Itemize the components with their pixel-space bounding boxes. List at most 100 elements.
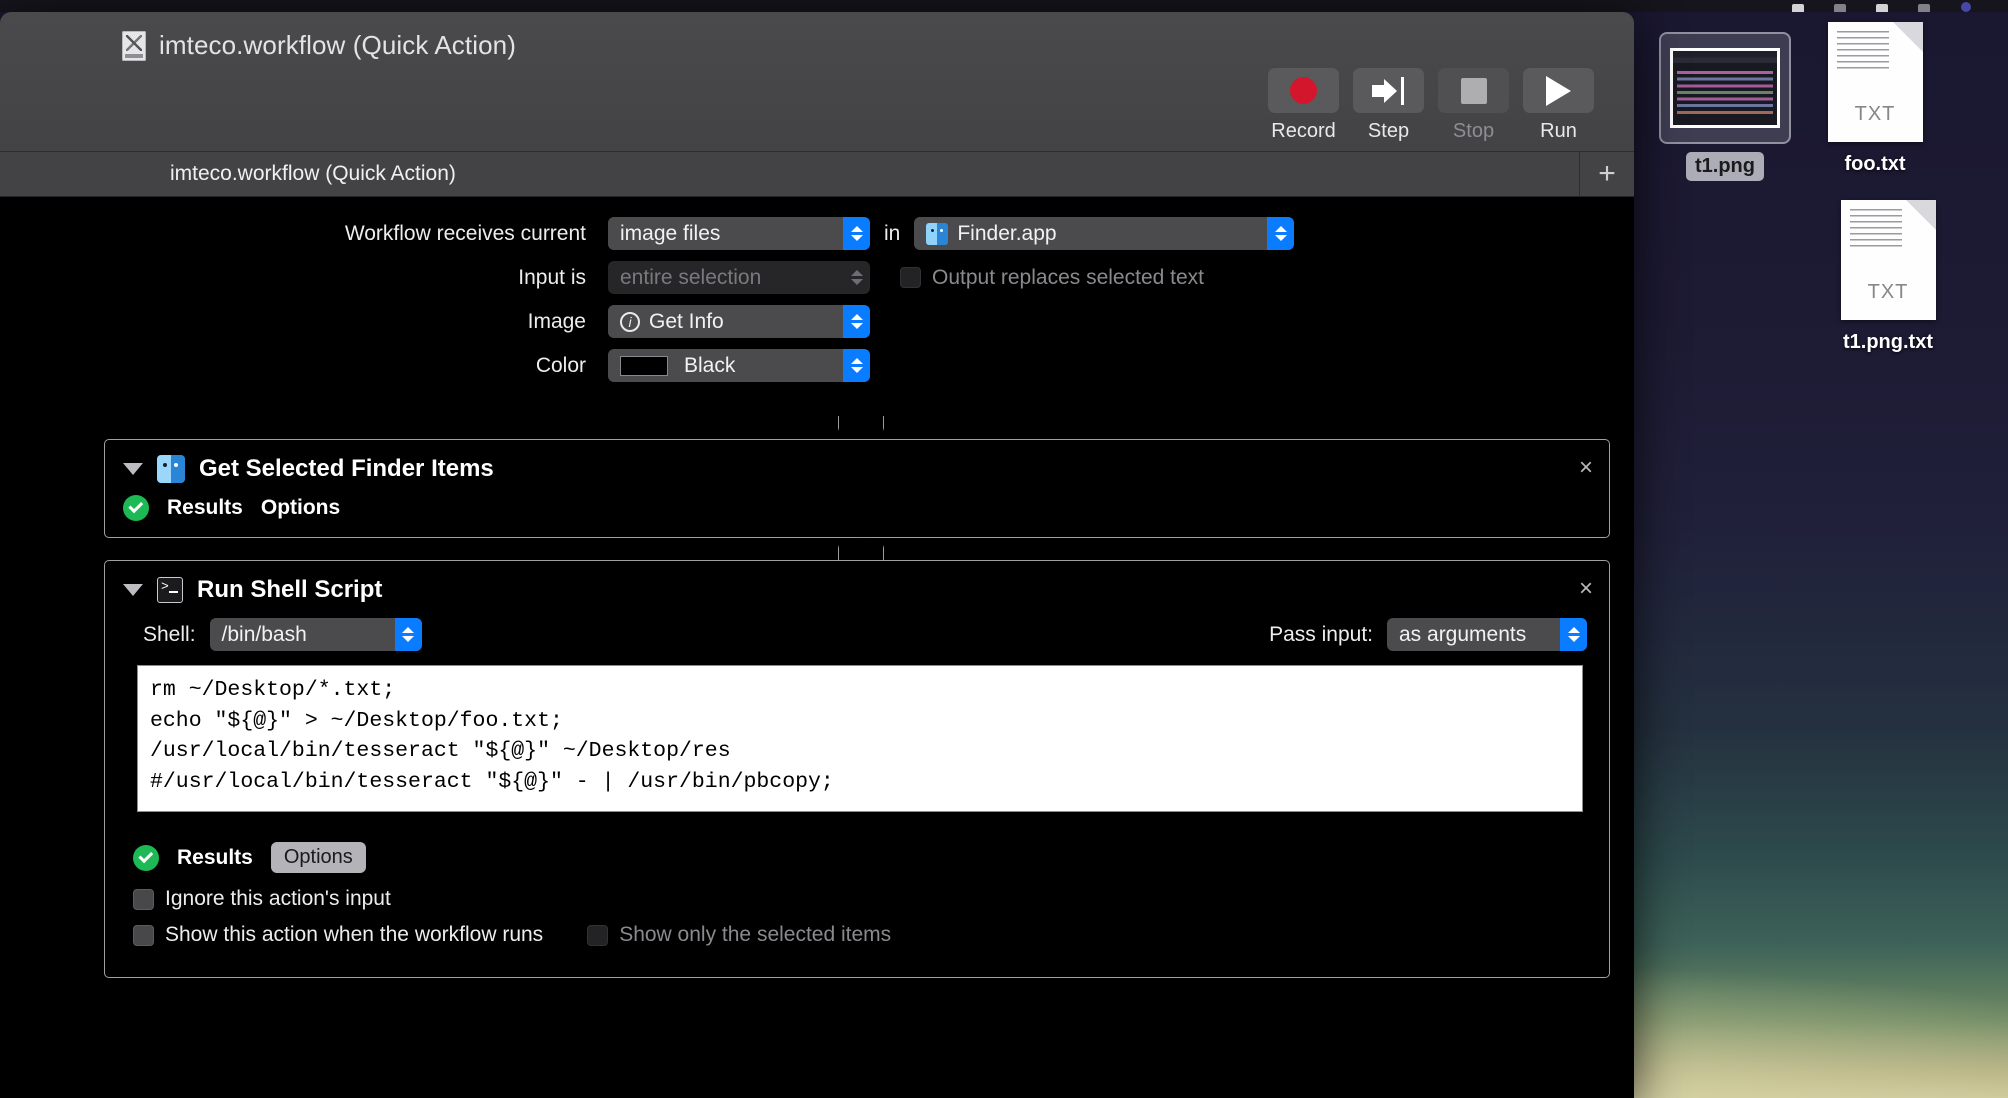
menubar-icon-4[interactable]: [1916, 0, 1932, 12]
color-dropdown[interactable]: Black: [608, 349, 870, 382]
toolbar[interactable]: Record Step Stop Run: [1268, 68, 1594, 143]
shell-dropdown[interactable]: /bin/bash: [209, 618, 422, 651]
window-title-bar[interactable]: imteco.workflow (Quick Action) Record St…: [0, 12, 1634, 152]
desktop-icon-label: foo.txt: [1844, 153, 1906, 175]
action-title: Get Selected Finder Items: [199, 455, 494, 482]
stop-button[interactable]: Stop: [1438, 68, 1509, 143]
action-run-shell-script[interactable]: × Run Shell Script Shell: /bin/bash Pass…: [104, 560, 1610, 979]
workflow-canvas: Workflow receives current image files in…: [0, 197, 1634, 1098]
action-title: Run Shell Script: [197, 576, 383, 603]
text-document-icon: TXT: [1840, 200, 1936, 320]
chevron-updown-icon[interactable]: [843, 217, 870, 250]
chevron-updown-icon[interactable]: [1267, 217, 1295, 250]
desktop-icon-t1-png-txt[interactable]: TXT t1.png.txt: [1813, 200, 1963, 357]
window-title-group: imteco.workflow (Quick Action): [122, 30, 516, 61]
info-icon: i: [620, 311, 640, 332]
tab-bar[interactable]: imteco.workflow (Quick Action) +: [0, 152, 1634, 197]
input-is-label: Input is: [518, 265, 586, 289]
input-is-dropdown[interactable]: entire selection: [608, 261, 870, 294]
workflow-settings-panel: Workflow receives current image files in…: [88, 197, 1634, 417]
target-app-dropdown[interactable]: Finder.app: [914, 217, 1295, 250]
in-label: in: [884, 221, 901, 245]
ignore-input-checkbox[interactable]: [133, 888, 154, 910]
action-header: Run Shell Script: [105, 561, 1609, 610]
step-button[interactable]: Step: [1353, 68, 1424, 143]
show-options-row: Show this action when the workflow runs …: [133, 923, 1591, 959]
menubar-icon-3[interactable]: [1874, 0, 1890, 12]
script-editor[interactable]: rm ~/Desktop/*.txt; echo "${@}" > ~/Desk…: [137, 665, 1583, 813]
desktop-icon-foo-txt[interactable]: TXT foo.txt: [1800, 22, 1950, 179]
show-selected-label: Show only the selected items: [619, 923, 892, 947]
disclosure-triangle-icon[interactable]: [123, 584, 143, 596]
results-toggle[interactable]: Results: [177, 846, 253, 870]
color-row: Color Black: [88, 349, 1634, 382]
receives-type-dropdown[interactable]: image files: [608, 217, 870, 250]
receives-label: Workflow receives current: [344, 221, 586, 245]
tab-workflow[interactable]: imteco.workflow (Quick Action): [0, 152, 1580, 196]
desktop-icon-t1-png[interactable]: t1.png: [1650, 32, 1800, 181]
results-toggle[interactable]: Results: [167, 496, 243, 520]
show-selected-checkbox-row[interactable]: Show only the selected items: [587, 923, 891, 947]
output-replaces-label: Output replaces selected text: [932, 265, 1204, 289]
chevron-updown-icon[interactable]: [394, 618, 422, 651]
options-toggle[interactable]: Options: [261, 496, 340, 520]
step-button-label: Step: [1367, 120, 1410, 142]
color-swatch: [620, 355, 668, 376]
action-results-row: Results Options: [133, 828, 1591, 887]
finder-icon: [157, 455, 185, 483]
show-action-checkbox-row[interactable]: Show this action when the workflow runs: [133, 923, 543, 947]
input-is-value: entire selection: [620, 265, 762, 289]
automator-window[interactable]: imteco.workflow (Quick Action) Record St…: [0, 12, 1634, 1098]
stop-square-icon: [1460, 77, 1487, 104]
pass-input-label: Pass input:: [1269, 622, 1373, 646]
show-action-checkbox[interactable]: [133, 924, 154, 946]
chevron-updown-icon: [843, 261, 870, 294]
input-is-row: Input is entire selection Output replace…: [88, 261, 1634, 294]
pass-input-dropdown[interactable]: as arguments: [1387, 618, 1587, 651]
play-triangle-icon: [1546, 75, 1571, 106]
show-action-label: Show this action when the workflow runs: [165, 923, 544, 947]
color-label: Color: [535, 353, 586, 377]
output-replaces-checkbox-row[interactable]: Output replaces selected text: [900, 266, 1204, 290]
macos-menu-bar[interactable]: [0, 0, 2008, 12]
menubar-icon-1[interactable]: [1790, 0, 1806, 12]
action-results-row: Results Options: [105, 489, 1609, 537]
show-selected-checkbox[interactable]: [587, 924, 609, 946]
tab-label: imteco.workflow (Quick Action): [170, 162, 456, 185]
image-row: Image i Get Info: [88, 305, 1634, 338]
image-value: Get Info: [649, 309, 724, 333]
menubar-icon-5[interactable]: [1958, 0, 1974, 12]
output-replaces-checkbox[interactable]: [900, 267, 921, 288]
image-dropdown[interactable]: i Get Info: [608, 305, 870, 338]
record-button-label: Record: [1271, 120, 1336, 142]
action-footer: Results Options Ignore this action's inp…: [105, 812, 1609, 977]
menubar-icon-2[interactable]: [1832, 0, 1848, 12]
add-tab-button[interactable]: +: [1580, 152, 1634, 196]
image-label: Image: [527, 309, 586, 333]
close-icon[interactable]: ×: [1579, 456, 1593, 480]
page-title: imteco.workflow (Quick Action): [159, 30, 516, 60]
results-status-icon: [123, 495, 149, 521]
run-button[interactable]: Run: [1523, 68, 1594, 143]
desktop-icon-label: t1.png.txt: [1843, 331, 1933, 353]
pass-input-value: as arguments: [1399, 622, 1527, 646]
workflow-connector-2: [88, 537, 1634, 560]
results-status-icon: [133, 844, 159, 871]
file-extension-label: TXT: [1854, 103, 1896, 125]
desktop-icon-label: t1.png: [1686, 152, 1764, 181]
action-get-selected-finder-items[interactable]: × Get Selected Finder Items Results Opti…: [104, 439, 1610, 538]
workflow-connector-1: [88, 416, 1634, 439]
shell-settings-row: Shell: /bin/bash Pass input: as argument…: [105, 610, 1609, 665]
close-icon[interactable]: ×: [1579, 577, 1593, 601]
disclosure-triangle-icon[interactable]: [123, 463, 143, 475]
chevron-updown-icon[interactable]: [843, 349, 870, 382]
workflow-document-icon: [122, 30, 146, 61]
target-app-value: Finder.app: [957, 221, 1057, 245]
options-button[interactable]: Options: [270, 842, 366, 874]
chevron-updown-icon[interactable]: [1560, 618, 1587, 651]
receives-type-value: image files: [620, 221, 721, 245]
ignore-input-checkbox-row[interactable]: Ignore this action's input: [133, 887, 1591, 911]
record-button[interactable]: Record: [1268, 68, 1339, 143]
script-content[interactable]: rm ~/Desktop/*.txt; echo "${@}" > ~/Desk…: [150, 675, 1570, 797]
chevron-updown-icon[interactable]: [843, 305, 870, 338]
